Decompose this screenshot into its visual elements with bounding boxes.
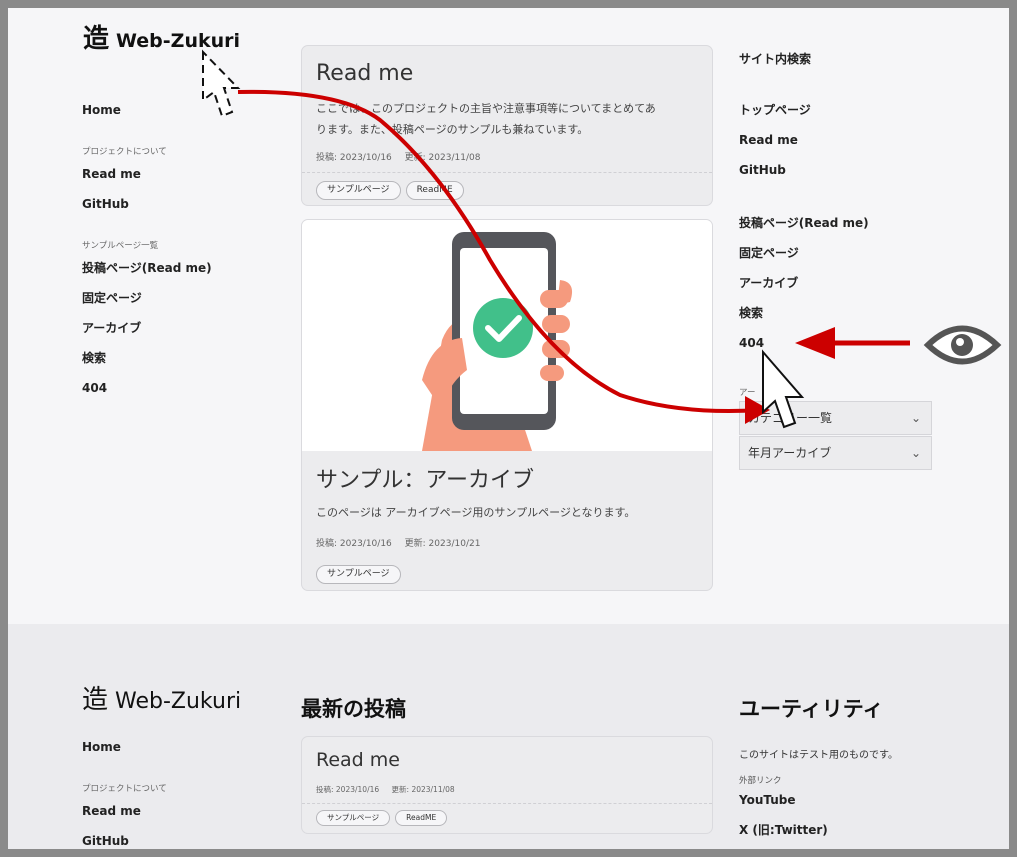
- tag-sample-page[interactable]: サンプルページ: [316, 565, 401, 584]
- site-search-title: サイト内検索: [739, 52, 812, 66]
- right-link-archive[interactable]: アーカイブ: [739, 268, 869, 298]
- post-thumbnail[interactable]: [302, 220, 712, 451]
- right-links-2: 投稿ページ(Read me) 固定ページ アーカイブ 検索 404: [739, 208, 869, 358]
- post-description: このページは アーカイブページ用のサンプルページとなります。: [316, 506, 636, 519]
- footer-logo-name: Web-Zukuri: [115, 689, 242, 714]
- right-link-top[interactable]: トップページ: [739, 95, 811, 125]
- page-frame: 造 Web-Zukuri Home プロジェクトについて Read me Git…: [8, 8, 1009, 849]
- right-link-search[interactable]: 検索: [739, 298, 869, 328]
- archive-caption: アー: [739, 388, 756, 398]
- footer-post-title[interactable]: Read me: [316, 749, 400, 771]
- post-card-archive[interactable]: サンプル：アーカイブ このページは アーカイブページ用のサンプルページとなります…: [301, 219, 713, 591]
- tag-sample-page[interactable]: サンプルページ: [316, 810, 391, 826]
- post-meta: 投稿: 2023/10/16 更新: 2023/10/21: [316, 536, 480, 549]
- post-date: 投稿: 2023/10/16: [316, 785, 380, 794]
- footer-logo[interactable]: 造 Web-Zukuri: [82, 679, 241, 716]
- logo-name: Web-Zukuri: [116, 30, 241, 52]
- category-select-value: カテゴリー一覧: [748, 411, 833, 425]
- nav-search[interactable]: 検索: [82, 343, 212, 373]
- post-date: 投稿: 2023/10/16: [316, 153, 392, 163]
- card-divider: [302, 172, 712, 173]
- post-description: ここでは、このプロジェクトの主旨や注意事項等についてまとめてあ ります。また、投…: [316, 98, 706, 140]
- update-date: 更新: 2023/11/08: [391, 785, 455, 794]
- link-x-twitter[interactable]: X (旧:Twitter): [739, 815, 828, 845]
- post-desc-line1: ここでは、このプロジェクトの主旨や注意事項等についてまとめてあ: [316, 102, 656, 115]
- tag-list: サンプルページ: [316, 565, 401, 584]
- phone-check-icon: [422, 232, 573, 451]
- chevron-down-icon: ⌄: [910, 411, 921, 425]
- nav-readme[interactable]: Read me: [82, 159, 212, 189]
- link-youtube[interactable]: YouTube: [739, 785, 828, 815]
- right-link-fixed-page[interactable]: 固定ページ: [739, 238, 869, 268]
- post-date: 投稿: 2023/10/16: [316, 539, 392, 549]
- footer-logo-kanji: 造: [82, 685, 109, 715]
- nav-404[interactable]: 404: [82, 373, 212, 403]
- utility-text: このサイトはテスト用のものです。: [739, 750, 898, 761]
- main-area: 造 Web-Zukuri Home プロジェクトについて Read me Git…: [8, 8, 1009, 624]
- post-title[interactable]: サンプル：アーカイブ: [316, 462, 534, 494]
- site-logo[interactable]: 造 Web-Zukuri: [83, 18, 240, 55]
- chevron-down-icon: ⌄: [910, 446, 921, 460]
- nav-home[interactable]: Home: [82, 95, 212, 125]
- footer-tag-list: サンプルページ ReadME: [316, 810, 448, 826]
- tag-sample-page[interactable]: サンプルページ: [316, 181, 401, 200]
- external-links: YouTube X (旧:Twitter): [739, 785, 828, 845]
- footer-post-card[interactable]: Read me 投稿: 2023/10/16 更新: 2023/11/08 サン…: [301, 736, 713, 834]
- card-divider: [302, 803, 712, 804]
- footer-nav-github[interactable]: GitHub: [82, 826, 167, 849]
- nav-github[interactable]: GitHub: [82, 189, 212, 219]
- post-card-readme[interactable]: Read me ここでは、このプロジェクトの主旨や注意事項等についてまとめてあ …: [301, 45, 713, 206]
- nav-caption-project: プロジェクトについて: [82, 147, 167, 157]
- month-select-value: 年月アーカイブ: [748, 446, 832, 460]
- footer-nav-home[interactable]: Home: [82, 732, 167, 762]
- footer-nav: Home プロジェクトについて Read me GitHub: [82, 732, 167, 849]
- nav-post-page[interactable]: 投稿ページ(Read me): [82, 253, 212, 283]
- logo-kanji: 造: [83, 24, 110, 54]
- footer-post-meta: 投稿: 2023/10/16 更新: 2023/11/08: [316, 784, 455, 795]
- month-archive-select[interactable]: 年月アーカイブ ⌄: [739, 436, 932, 470]
- post-meta: 投稿: 2023/10/16 更新: 2023/11/08: [316, 150, 480, 163]
- tag-readme[interactable]: ReadME: [395, 810, 448, 826]
- left-nav: Home プロジェクトについて Read me GitHub サンプルページ一覧…: [82, 95, 212, 403]
- footer-nav-readme[interactable]: Read me: [82, 796, 167, 826]
- update-date: 更新: 2023/11/08: [404, 153, 481, 163]
- nav-caption-sample: サンプルページ一覧: [82, 241, 159, 251]
- right-link-404[interactable]: 404: [739, 328, 869, 358]
- tag-readme[interactable]: ReadME: [405, 181, 464, 200]
- nav-archive[interactable]: アーカイブ: [82, 313, 212, 343]
- site-footer: 造 Web-Zukuri Home プロジェクトについて Read me Git…: [8, 624, 1009, 849]
- nav-fixed-page[interactable]: 固定ページ: [82, 283, 212, 313]
- right-link-post-page[interactable]: 投稿ページ(Read me): [739, 208, 869, 238]
- category-select[interactable]: カテゴリー一覧 ⌄: [739, 401, 932, 435]
- footer-caption-project: プロジェクトについて: [82, 784, 167, 794]
- post-desc-line2: ります。また、投稿ページのサンプルも兼ねています。: [316, 123, 589, 136]
- right-link-readme[interactable]: Read me: [739, 125, 811, 155]
- latest-posts-title: 最新の投稿: [301, 697, 406, 721]
- update-date: 更新: 2023/10/21: [404, 539, 481, 549]
- right-links-1: トップページ Read me GitHub: [739, 95, 811, 185]
- post-title[interactable]: Read me: [316, 61, 413, 86]
- right-link-github[interactable]: GitHub: [739, 155, 811, 185]
- utility-title: ユーティリティ: [739, 697, 884, 721]
- tag-list: サンプルページ ReadME: [316, 181, 464, 200]
